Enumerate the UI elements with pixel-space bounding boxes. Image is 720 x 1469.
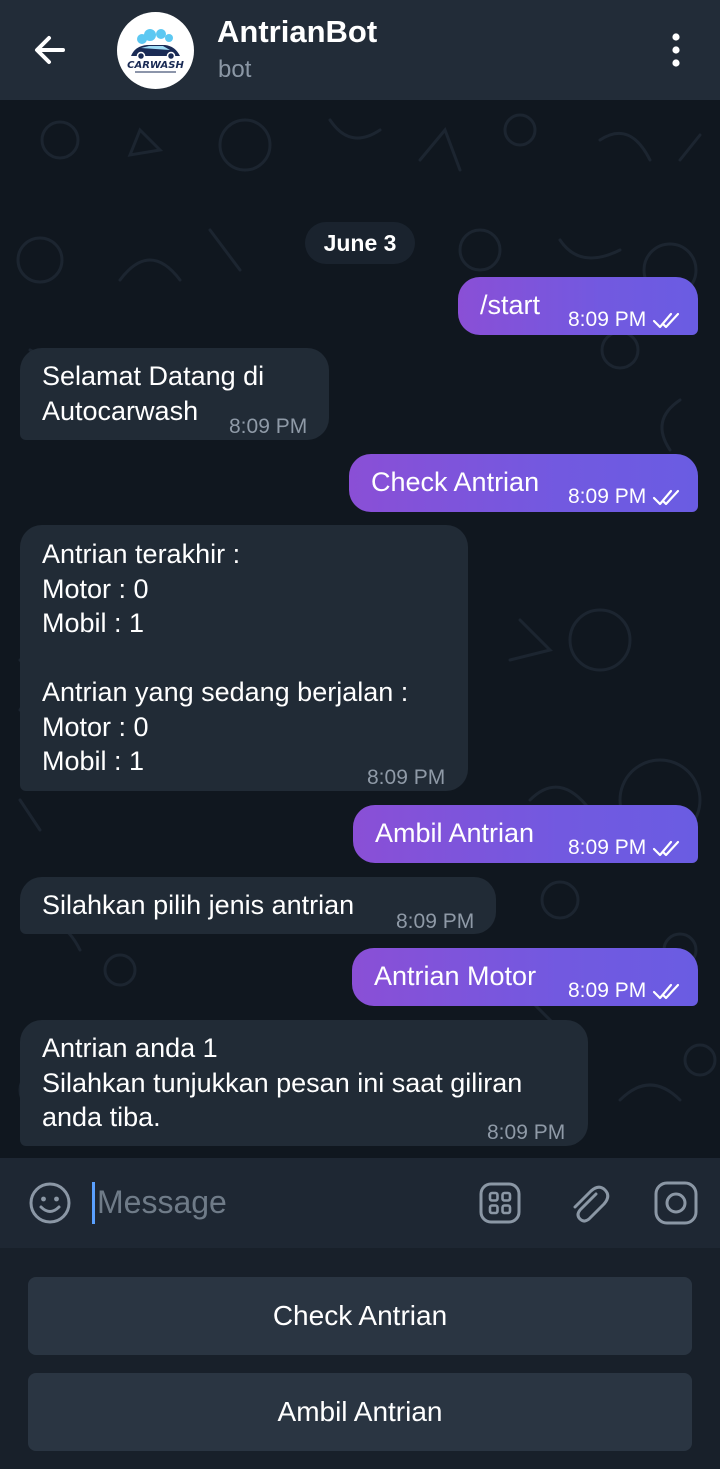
message-text: /start: [480, 290, 541, 320]
outgoing-message[interactable]: /start 8:09 PM: [458, 277, 698, 335]
message-time: 8:09 PM: [568, 480, 682, 515]
message-text: Antrian Motor: [374, 961, 537, 991]
message-text: Check Antrian: [371, 467, 540, 497]
incoming-message[interactable]: Silahkan pilih jenis antrian 8:09 PM: [20, 877, 496, 934]
avatar[interactable]: CARWASH: [117, 12, 194, 89]
keyboard-button-ambil-antrian[interactable]: Ambil Antrian: [28, 1373, 692, 1451]
outgoing-message[interactable]: Check Antrian 8:09 PM: [349, 454, 698, 512]
message-time: 8:09 PM: [568, 303, 682, 338]
chat-area[interactable]: June 3 /start 8:09 PM Selamat Datang di …: [0, 100, 720, 1158]
chat-title[interactable]: AntrianBot: [217, 14, 377, 50]
message-text: Silahkan pilih jenis antrian: [42, 890, 355, 920]
incoming-message[interactable]: Antrian terakhir : Motor : 0 Mobil : 1 A…: [20, 525, 468, 791]
message-time: 8:09 PM: [568, 974, 682, 1009]
bot-menu-icon[interactable]: [477, 1180, 523, 1226]
chat-subtitle: bot: [218, 56, 252, 83]
outgoing-message[interactable]: Ambil Antrian 8:09 PM: [353, 805, 698, 863]
back-arrow-icon[interactable]: [30, 30, 70, 70]
message-input-bar: Message: [0, 1158, 720, 1248]
message-input[interactable]: Message: [97, 1184, 227, 1221]
message-text: Antrian terakhir : Motor : 0 Mobil : 1 A…: [42, 539, 409, 776]
keyboard-button-check-antrian[interactable]: Check Antrian: [28, 1277, 692, 1355]
emoji-icon[interactable]: [27, 1180, 73, 1226]
chat-header: CARWASH AntrianBot bot: [0, 0, 720, 100]
message-text: Ambil Antrian: [375, 818, 535, 848]
avatar-logo-text: CARWASH: [127, 60, 184, 71]
double-check-icon: [653, 984, 680, 1000]
incoming-message[interactable]: Selamat Datang di Autocarwash 8:09 PM: [20, 348, 329, 440]
message-text: Antrian anda 1 Silahkan tunjukkan pesan …: [42, 1033, 523, 1132]
double-check-icon: [653, 841, 680, 857]
carwash-logo-icon: [131, 29, 180, 73]
incoming-message[interactable]: Antrian anda 1 Silahkan tunjukkan pesan …: [20, 1020, 588, 1146]
more-vertical-icon[interactable]: [664, 30, 688, 70]
bot-reply-keyboard: Check Antrian Ambil Antrian: [0, 1248, 720, 1469]
message-time: 8:09 PM: [229, 415, 308, 438]
message-time: 8:09 PM: [487, 1121, 566, 1144]
paperclip-icon[interactable]: [565, 1180, 611, 1226]
double-check-icon: [653, 313, 680, 329]
message-time: 8:09 PM: [396, 910, 475, 933]
message-time: 8:09 PM: [568, 831, 682, 866]
text-cursor: [92, 1182, 95, 1224]
date-separator: June 3: [305, 222, 415, 264]
double-check-icon: [653, 490, 680, 506]
message-time: 8:09 PM: [367, 766, 446, 789]
camera-icon[interactable]: [653, 1180, 699, 1226]
outgoing-message[interactable]: Antrian Motor 8:09 PM: [352, 948, 698, 1006]
